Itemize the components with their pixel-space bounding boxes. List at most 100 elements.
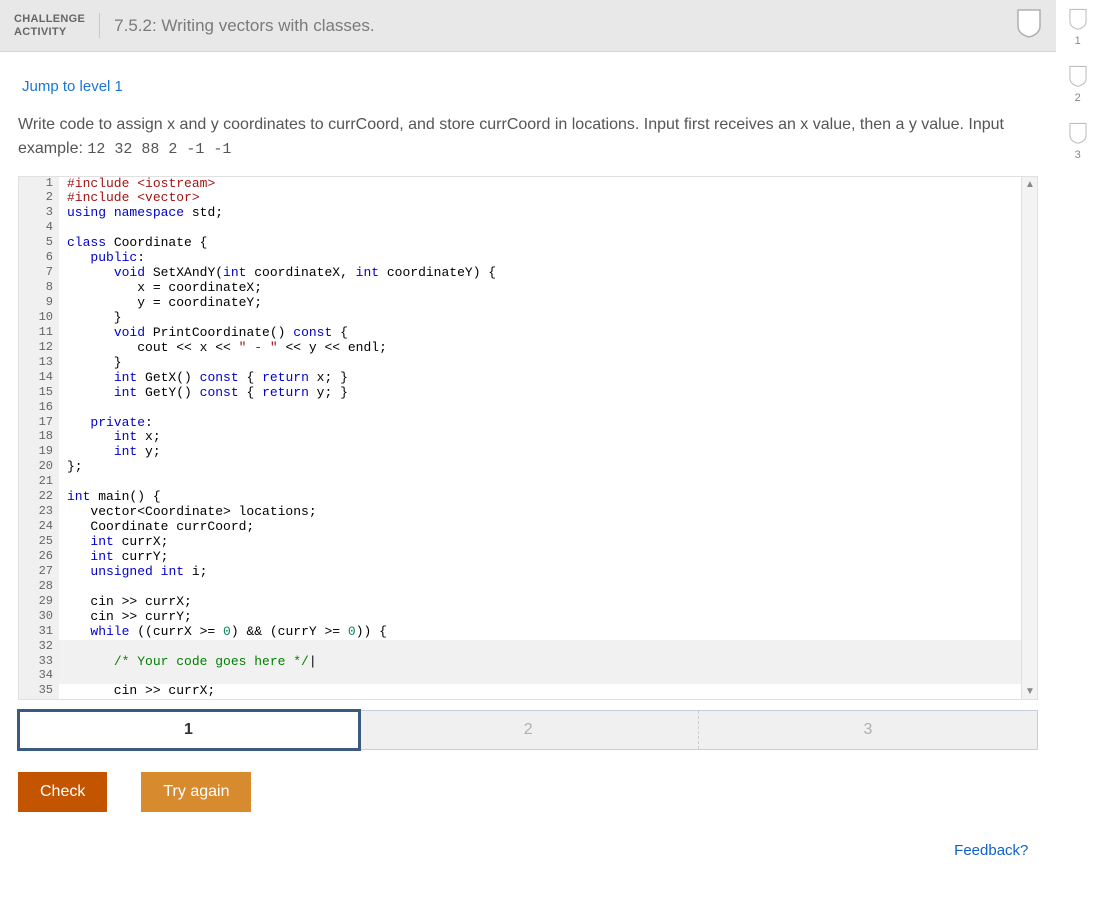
code-content[interactable]: #include <vector> [59, 191, 1021, 206]
code-line[interactable]: 4 [19, 221, 1021, 236]
code-line[interactable]: 33 /* Your code goes here */| [19, 655, 1021, 670]
code-line[interactable]: 30 cin >> currY; [19, 610, 1021, 625]
progress-badge-1[interactable]: 1 [1068, 8, 1088, 47]
code-line[interactable]: 3using namespace std; [19, 206, 1021, 221]
code-line[interactable]: 25 int currX; [19, 535, 1021, 550]
check-button[interactable]: Check [18, 772, 107, 812]
code-line[interactable]: 1#include <iostream> [19, 177, 1021, 192]
progress-badge-label: 1 [1075, 35, 1081, 47]
code-content[interactable]: int main() { [59, 490, 1021, 505]
code-content[interactable]: }; [59, 460, 1021, 475]
code-line[interactable]: 14 int GetX() const { return x; } [19, 371, 1021, 386]
code-line[interactable]: 31 while ((currX >= 0) && (currY >= 0)) … [19, 625, 1021, 640]
code-line[interactable]: 13 } [19, 356, 1021, 371]
code-content[interactable]: int x; [59, 430, 1021, 445]
code-line[interactable]: 28 [19, 580, 1021, 595]
code-content[interactable]: } [59, 311, 1021, 326]
shield-icon [1068, 8, 1088, 33]
code-content[interactable]: void SetXAndY(int coordinateX, int coord… [59, 266, 1021, 281]
code-content[interactable] [59, 401, 1021, 416]
code-line[interactable]: 26 int currY; [19, 550, 1021, 565]
line-number: 6 [19, 251, 59, 266]
bookmark-icon[interactable] [1016, 8, 1042, 43]
code-content[interactable]: int currY; [59, 550, 1021, 565]
code-content[interactable]: while ((currX >= 0) && (currY >= 0)) { [59, 625, 1021, 640]
code-editor[interactable]: 1#include <iostream>2#include <vector>3u… [18, 176, 1038, 701]
level-tab-3[interactable]: 3 [699, 711, 1038, 749]
code-content[interactable] [59, 669, 1021, 684]
code-line[interactable]: 11 void PrintCoordinate() const { [19, 326, 1021, 341]
code-line[interactable]: 29 cin >> currX; [19, 595, 1021, 610]
code-line[interactable]: 19 int y; [19, 445, 1021, 460]
code-content[interactable]: cin >> currX; [59, 595, 1021, 610]
level-tab-2[interactable]: 2 [359, 711, 699, 749]
code-line[interactable]: 8 x = coordinateX; [19, 281, 1021, 296]
code-content[interactable]: vector<Coordinate> locations; [59, 505, 1021, 520]
progress-badge-label: 3 [1075, 149, 1081, 161]
code-content[interactable]: private: [59, 416, 1021, 431]
code-content[interactable]: int y; [59, 445, 1021, 460]
code-content[interactable] [59, 640, 1021, 655]
line-number: 17 [19, 416, 59, 431]
line-number: 8 [19, 281, 59, 296]
code-line[interactable]: 22int main() { [19, 490, 1021, 505]
code-line[interactable]: 10 } [19, 311, 1021, 326]
line-number: 14 [19, 371, 59, 386]
code-content[interactable]: #include <iostream> [59, 177, 1021, 192]
code-line[interactable]: 12 cout << x << " - " << y << endl; [19, 341, 1021, 356]
code-content[interactable]: int GetX() const { return x; } [59, 371, 1021, 386]
code-content[interactable]: cout << x << " - " << y << endl; [59, 341, 1021, 356]
code-content[interactable]: /* Your code goes here */| [59, 655, 1021, 670]
code-content[interactable]: using namespace std; [59, 206, 1021, 221]
code-content[interactable] [59, 475, 1021, 490]
code-content[interactable]: class Coordinate { [59, 236, 1021, 251]
jump-to-level-link[interactable]: Jump to level 1 [0, 70, 1056, 113]
level-tab-1[interactable]: 1 [19, 711, 359, 749]
code-line[interactable]: 34 [19, 669, 1021, 684]
code-line[interactable]: 35 cin >> currX; [19, 684, 1021, 699]
code-line[interactable]: 16 [19, 401, 1021, 416]
code-content[interactable]: cin >> currX; [59, 684, 1021, 699]
code-content[interactable]: y = coordinateY; [59, 296, 1021, 311]
code-content[interactable]: x = coordinateX; [59, 281, 1021, 296]
code-line[interactable]: 9 y = coordinateY; [19, 296, 1021, 311]
try-again-button[interactable]: Try again [141, 772, 251, 812]
line-number: 23 [19, 505, 59, 520]
code-content[interactable] [59, 580, 1021, 595]
code-content[interactable]: unsigned int i; [59, 565, 1021, 580]
code-content[interactable]: Coordinate currCoord; [59, 520, 1021, 535]
code-line[interactable]: 18 int x; [19, 430, 1021, 445]
code-line[interactable]: 2#include <vector> [19, 191, 1021, 206]
code-line[interactable]: 6 public: [19, 251, 1021, 266]
code-content[interactable]: int GetY() const { return y; } [59, 386, 1021, 401]
code-table[interactable]: 1#include <iostream>2#include <vector>3u… [19, 177, 1021, 700]
code-content[interactable]: public: [59, 251, 1021, 266]
scroll-up-icon[interactable]: ▲ [1022, 177, 1038, 193]
code-content[interactable]: cin >> currY; [59, 610, 1021, 625]
scroll-down-icon[interactable]: ▼ [1022, 683, 1038, 699]
code-line[interactable]: 15 int GetY() const { return y; } [19, 386, 1021, 401]
badge-line1: CHALLENGE [14, 13, 85, 25]
code-content[interactable] [59, 221, 1021, 236]
progress-badge-2[interactable]: 2 [1068, 65, 1088, 104]
code-line[interactable]: 5class Coordinate { [19, 236, 1021, 251]
progress-badge-3[interactable]: 3 [1068, 122, 1088, 161]
code-line[interactable]: 17 private: [19, 416, 1021, 431]
editor-scrollbar[interactable]: ▲ ▼ [1021, 177, 1037, 700]
feedback-link[interactable]: Feedback? [954, 842, 1028, 859]
line-number: 27 [19, 565, 59, 580]
code-line[interactable]: 32 [19, 640, 1021, 655]
code-line[interactable]: 27 unsigned int i; [19, 565, 1021, 580]
code-content[interactable]: void PrintCoordinate() const { [59, 326, 1021, 341]
line-number: 24 [19, 520, 59, 535]
code-content[interactable]: } [59, 356, 1021, 371]
code-line[interactable]: 7 void SetXAndY(int coordinateX, int coo… [19, 266, 1021, 281]
code-content[interactable]: int currX; [59, 535, 1021, 550]
code-line[interactable]: 20}; [19, 460, 1021, 475]
activity-header: CHALLENGE ACTIVITY 7.5.2: Writing vector… [0, 0, 1056, 52]
line-number: 1 [19, 177, 59, 192]
line-number: 3 [19, 206, 59, 221]
code-line[interactable]: 21 [19, 475, 1021, 490]
code-line[interactable]: 24 Coordinate currCoord; [19, 520, 1021, 535]
code-line[interactable]: 23 vector<Coordinate> locations; [19, 505, 1021, 520]
